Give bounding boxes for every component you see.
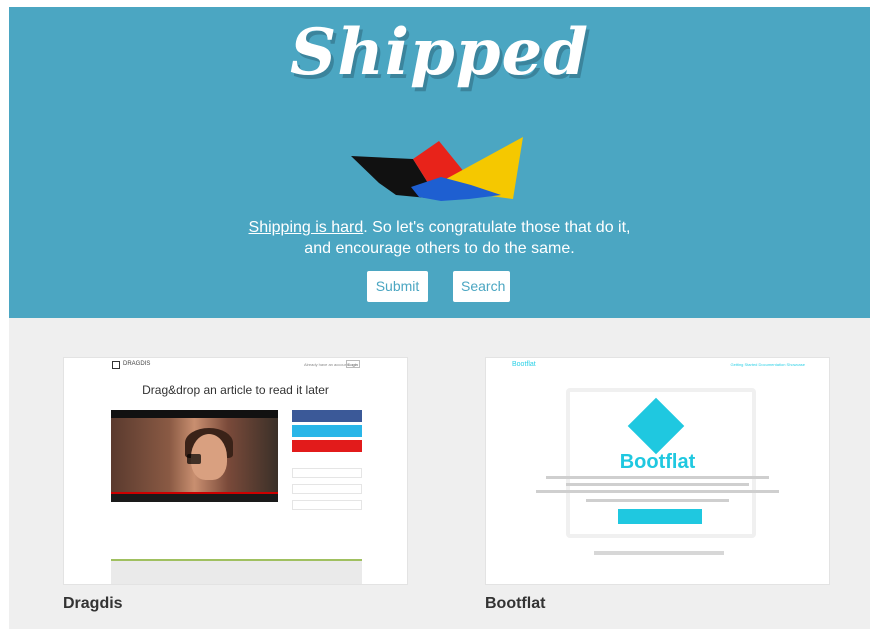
thumb-headline: Drag&drop an article to read it later xyxy=(142,383,329,397)
thumb-browser-strip xyxy=(111,559,362,584)
thumb-topbar: DRAGDIS Already have an account? Login xyxy=(64,358,407,372)
thumb-video-image xyxy=(111,418,278,494)
thumb-field-email xyxy=(292,468,362,478)
thumb-text-line xyxy=(546,476,769,479)
thumb-video-controls xyxy=(111,494,278,502)
project-title-bootflat[interactable]: Bootflat xyxy=(485,595,830,613)
play-icon xyxy=(187,454,201,464)
thumb-text-line xyxy=(586,499,729,502)
thumb-google-button xyxy=(292,440,362,452)
thumb-title: Bootflat xyxy=(619,451,696,473)
paper-boat-icon xyxy=(351,137,523,201)
hero-banner: Shipped Shipping is hard. So let's congr… xyxy=(9,7,870,318)
thumb-facebook-button xyxy=(292,410,362,422)
thumb-signin-text: Already have an account? xyxy=(304,362,351,367)
tagline: Shipping is hard. So let's congratulate … xyxy=(9,217,870,259)
thumb-footer-links xyxy=(594,551,724,555)
shipping-is-hard-link[interactable]: Shipping is hard xyxy=(249,219,364,236)
thumb-login: Login xyxy=(346,360,360,368)
submit-button[interactable]: Submit xyxy=(367,271,428,302)
thumb-field-password xyxy=(292,484,362,494)
thumb-brand: DRAGDIS xyxy=(123,361,151,367)
thumb-signup-form xyxy=(292,410,362,518)
tagline-line2: and encourage others to do the same. xyxy=(304,240,575,257)
thumb-video xyxy=(111,410,278,502)
thumb-twitter-button xyxy=(292,425,362,437)
thumb-field-confirm xyxy=(292,500,362,510)
project-thumbnail-bootflat[interactable]: Bootflat Getting Started Documentation S… xyxy=(485,357,830,585)
project-gallery: DRAGDIS Already have an account? Login D… xyxy=(9,318,870,629)
project-thumbnail-dragdis[interactable]: DRAGDIS Already have an account? Login D… xyxy=(63,357,408,585)
thumb-brand: Bootflat xyxy=(512,361,536,368)
thumb-text-line xyxy=(566,483,749,486)
dragdis-logo-icon xyxy=(112,361,120,369)
project-card-bootflat[interactable]: Bootflat Getting Started Documentation S… xyxy=(485,357,830,613)
search-button[interactable]: Search xyxy=(453,271,510,302)
thumb-nav: Getting Started Documentation Showcase xyxy=(730,362,806,367)
thumb-text-line xyxy=(536,490,779,493)
project-title-dragdis[interactable]: Dragdis xyxy=(63,595,408,613)
tagline-line1: . So let's congratulate those that do it… xyxy=(363,219,631,236)
project-card-dragdis[interactable]: DRAGDIS Already have an account? Login D… xyxy=(63,357,408,613)
thumb-video-bar xyxy=(111,410,278,418)
site-logo-text[interactable]: Shipped xyxy=(9,15,870,90)
thumb-download-button xyxy=(618,509,702,524)
